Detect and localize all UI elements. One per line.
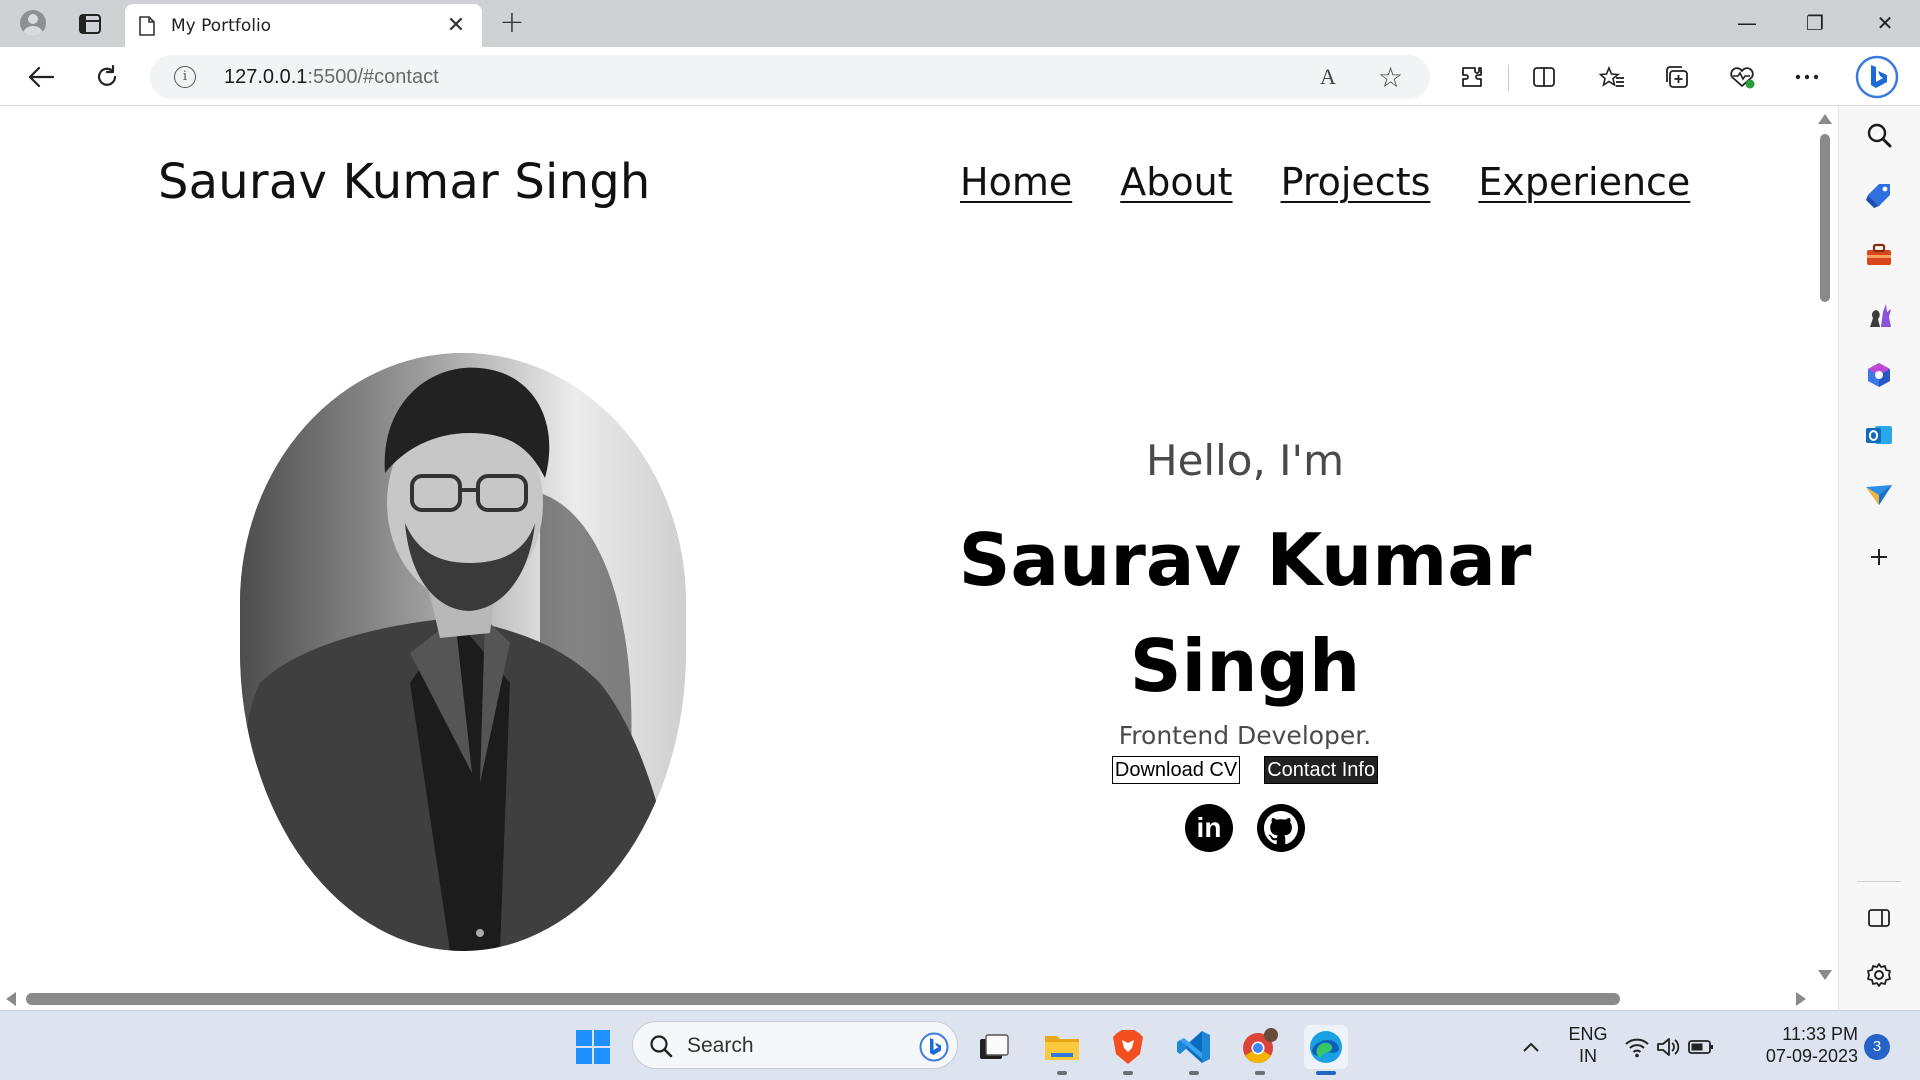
site-logo-text[interactable]: Saurav Kumar Singh <box>158 154 651 210</box>
scroll-up-arrow-icon[interactable] <box>1818 114 1832 124</box>
hide-sidebar-icon[interactable] <box>1860 899 1898 937</box>
hero-name-line2: Singh <box>1129 624 1361 708</box>
bing-copilot-icon[interactable] <box>1855 55 1899 99</box>
back-arrow-icon[interactable] <box>24 60 58 94</box>
clock-date: 07-09-2023 <box>1765 1046 1858 1066</box>
hero-name-line1: Saurav Kumar <box>958 518 1532 602</box>
vscode-icon[interactable] <box>1172 1025 1216 1075</box>
battery-icon <box>1688 1040 1713 1054</box>
hero-section: Hello, I'm Saurav Kumar Singh Frontend D… <box>900 436 1590 852</box>
microsoft-365-icon[interactable] <box>1860 356 1898 394</box>
nav-link-experience[interactable]: Experience <box>1478 160 1690 204</box>
address-bar[interactable]: i 127.0.0.1:5500/#contact A ☆ <box>150 55 1430 99</box>
wifi-icon <box>1625 1038 1649 1058</box>
profile-photo <box>240 353 686 951</box>
edge-sidebar <box>1838 106 1920 1010</box>
outlook-icon[interactable] <box>1860 416 1898 454</box>
tab-close-icon[interactable]: ✕ <box>444 13 468 38</box>
taskbar-search-placeholder: Search <box>687 1034 754 1057</box>
hero-greeting: Hello, I'm <box>1145 436 1344 485</box>
show-hidden-icons-chevron-up-icon[interactable] <box>1510 1025 1552 1069</box>
vscode-running-indicator <box>1189 1071 1199 1075</box>
minimize-button[interactable]: — <box>1722 6 1772 40</box>
nav-link-projects[interactable]: Projects <box>1281 160 1431 204</box>
hero-buttons: Download CV Contact Info <box>900 756 1590 784</box>
sidebar-divider <box>1857 881 1901 882</box>
shopping-tag-icon[interactable] <box>1860 176 1898 214</box>
add-sidebar-app-icon[interactable] <box>1860 538 1898 576</box>
nav-link-about[interactable]: About <box>1120 160 1232 204</box>
close-window-button[interactable]: ✕ <box>1860 6 1910 40</box>
browser-tab-active[interactable]: My Portfolio ✕ <box>125 4 482 47</box>
linkedin-icon-text: in <box>1196 812 1222 843</box>
page-icon <box>139 15 155 36</box>
chrome-icon[interactable] <box>1238 1025 1282 1075</box>
taskbar-search-icon <box>650 1035 673 1058</box>
language-code: ENG <box>1568 1024 1608 1044</box>
download-cv-button[interactable]: Download CV <box>1111 756 1241 784</box>
edge-active-indicator <box>1316 1071 1336 1075</box>
browser-essentials-icon[interactable] <box>1725 60 1759 94</box>
linkedin-icon[interactable]: in <box>1185 804 1233 852</box>
browser-toolbar: i 127.0.0.1:5500/#contact A ☆ <box>0 47 1920 106</box>
scroll-left-arrow-icon[interactable] <box>6 992 16 1006</box>
social-links: in <box>900 804 1590 852</box>
clock[interactable]: 11:33 PM 07-09-2023 <box>1748 1023 1858 1067</box>
tab-title: My Portfolio <box>171 15 272 36</box>
github-icon[interactable] <box>1257 804 1305 852</box>
tools-toolbox-icon[interactable] <box>1860 236 1898 274</box>
language-indicator[interactable]: ENG IN <box>1566 1023 1610 1067</box>
page-viewport: Saurav Kumar Singh Home About Projects E… <box>0 106 1838 988</box>
edge-browser-icon[interactable] <box>1304 1025 1348 1075</box>
region-code: IN <box>1579 1046 1597 1066</box>
nav-link-home[interactable]: Home <box>960 160 1072 204</box>
tab-actions-icon[interactable] <box>72 10 108 38</box>
horizontal-scrollbar[interactable] <box>0 988 1812 1010</box>
games-chess-icon[interactable] <box>1860 296 1898 334</box>
horizontal-scroll-thumb[interactable] <box>26 993 1620 1005</box>
search-icon[interactable] <box>1860 116 1898 154</box>
drop-send-icon[interactable] <box>1860 476 1898 514</box>
file-explorer-icon[interactable] <box>1040 1025 1084 1075</box>
volume-icon <box>1657 1038 1680 1056</box>
favorite-star-icon[interactable]: ☆ <box>1378 61 1403 94</box>
favorites-icon[interactable] <box>1595 60 1629 94</box>
main-nav: Home About Projects Experience <box>960 160 1690 204</box>
url-text[interactable]: 127.0.0.1:5500/#contact <box>224 66 439 89</box>
new-tab-button[interactable]: + <box>496 8 528 40</box>
file-explorer-running-indicator <box>1057 1071 1067 1075</box>
contact-info-button[interactable]: Contact Info <box>1264 756 1379 784</box>
restore-button[interactable]: ❐ <box>1790 6 1840 40</box>
bing-search-icon[interactable] <box>919 1032 949 1062</box>
settings-gear-icon[interactable] <box>1860 956 1898 994</box>
refresh-icon[interactable] <box>90 60 124 94</box>
taskbar-search-box[interactable]: Search <box>632 1021 958 1069</box>
read-aloud-icon[interactable]: A <box>1320 64 1336 90</box>
profile-avatar-icon[interactable] <box>16 8 50 38</box>
windows-taskbar: Search ENG IN 11:33 PM 07-09-2023 3 <box>0 1010 1920 1080</box>
split-screen-icon[interactable] <box>1527 60 1561 94</box>
hero-role: Frontend Developer. <box>1118 721 1372 750</box>
system-tray-status[interactable] <box>1622 1025 1716 1069</box>
browser-tab-bar: My Portfolio ✕ + — ❐ ✕ <box>0 0 1920 47</box>
clock-time: 11:33 PM <box>1782 1024 1858 1044</box>
chrome-running-indicator <box>1255 1071 1265 1075</box>
scroll-right-arrow-icon[interactable] <box>1796 992 1806 1006</box>
vertical-scroll-thumb[interactable] <box>1820 134 1830 302</box>
notification-badge[interactable]: 3 <box>1864 1034 1890 1060</box>
extensions-icon[interactable] <box>1455 60 1489 94</box>
collections-icon[interactable] <box>1660 60 1694 94</box>
toolbar-divider <box>1508 65 1509 91</box>
site-info-icon[interactable]: i <box>174 66 196 88</box>
brave-browser-icon[interactable] <box>1106 1025 1150 1075</box>
task-view-icon[interactable] <box>972 1025 1016 1069</box>
more-options-icon[interactable] <box>1790 60 1824 94</box>
scroll-down-arrow-icon[interactable] <box>1818 970 1832 980</box>
brave-running-indicator <box>1123 1071 1133 1075</box>
vertical-scrollbar[interactable] <box>1812 106 1838 988</box>
windows-start-icon[interactable] <box>571 1025 615 1069</box>
